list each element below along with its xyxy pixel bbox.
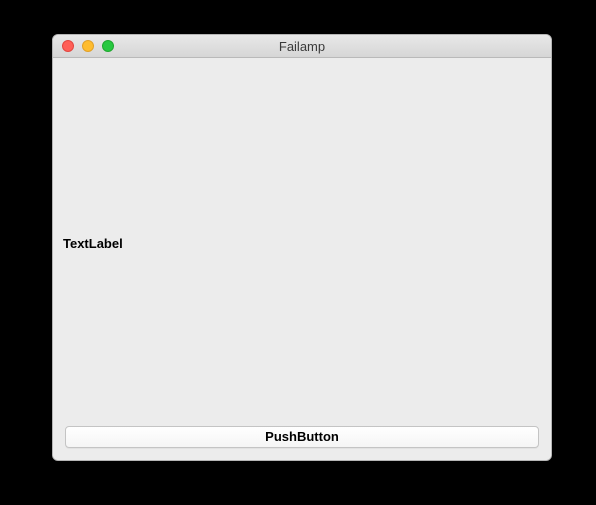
traffic-lights [53, 40, 114, 52]
window-title: Failamp [53, 39, 551, 54]
zoom-icon[interactable] [102, 40, 114, 52]
close-icon[interactable] [62, 40, 74, 52]
main-area: TextLabel [53, 58, 551, 418]
app-window: Failamp TextLabel PushButton [52, 34, 552, 461]
titlebar[interactable]: Failamp [53, 35, 551, 58]
text-label: TextLabel [63, 236, 123, 251]
content-area: TextLabel PushButton [53, 58, 551, 460]
button-row: PushButton [53, 418, 551, 460]
push-button[interactable]: PushButton [65, 426, 539, 448]
minimize-icon[interactable] [82, 40, 94, 52]
